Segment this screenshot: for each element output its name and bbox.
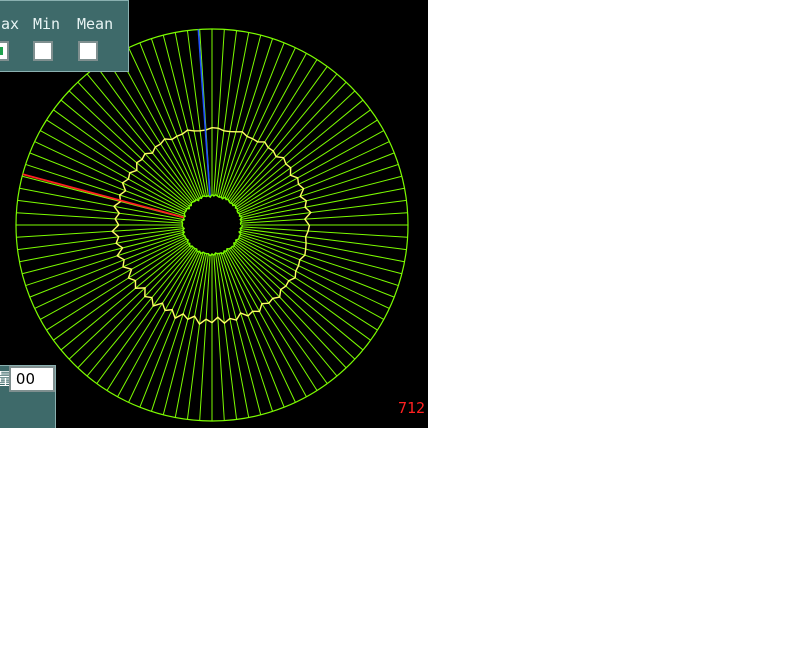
spoke-line [25,234,183,287]
spoke-line [220,252,274,412]
min-checkbox[interactable] [33,41,53,61]
spoke-line [237,119,378,210]
spoke-line [225,52,307,200]
mean-checkbox[interactable] [78,41,98,61]
range-input[interactable]: 00 [9,366,55,392]
spoke-line [231,246,347,369]
check-icon [0,47,3,55]
mean-ring [111,126,312,326]
spoke-line [150,38,204,197]
spoke-line [220,38,274,198]
spoke-line [231,81,347,204]
sample-counter: 712 [398,399,426,417]
spoke-line [68,90,192,206]
spoke-line [228,248,328,384]
max-label: ax [1,15,20,33]
polar-scan-display: ax Min Mean 量程 00 712 [0,0,428,428]
spoke-line [106,248,198,391]
spoke-line [226,248,318,391]
spoke-line [128,250,201,403]
min-label: Min [33,15,61,33]
spoke-line [77,245,193,369]
range-panel: 量程 00 [0,365,56,428]
spoke-line [34,237,186,309]
spoke-line [96,66,196,202]
spoke-line [227,59,318,200]
stats-panel: ax Min Mean [0,0,129,72]
spoke-line [240,233,399,287]
spoke-line [238,237,390,309]
spoke-line [128,47,200,199]
inner-ring [180,193,244,257]
spoke-line [106,59,197,201]
spoke-line [34,141,186,213]
spoke-line [77,81,192,204]
max-marker-line [197,29,211,196]
spoke-line [46,119,187,210]
spoke-line [234,245,356,360]
spoke-line [232,90,356,206]
spoke-line [236,130,385,212]
mean-label: Mean [77,15,114,33]
spoke-line [223,250,296,403]
spoke-line [150,251,204,412]
spoke-line [224,47,296,198]
spoke-line [235,109,371,209]
max-checkbox[interactable] [0,41,9,61]
spoke-line [68,245,190,360]
spoke-line [239,163,399,217]
spoke-line [46,239,189,331]
spoke-line [25,163,186,217]
spoke-line [235,239,378,331]
spoke-line [237,141,390,214]
